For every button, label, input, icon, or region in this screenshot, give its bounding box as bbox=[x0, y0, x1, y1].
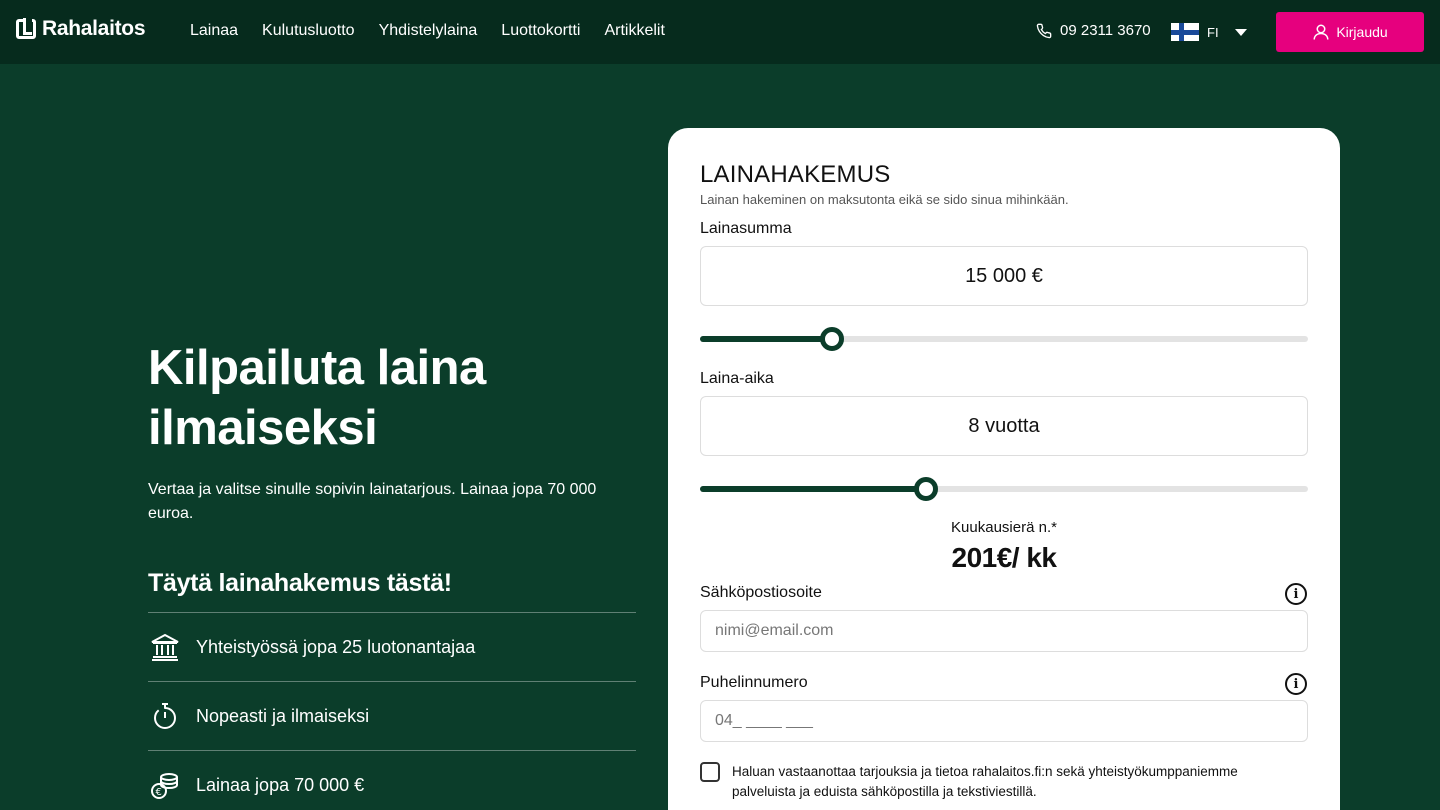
form-title: LAINAHAKEMUS bbox=[700, 161, 891, 188]
feature-label: Lainaa jopa 70 000 € bbox=[196, 774, 365, 795]
loan-amount-value[interactable]: 15 000 € bbox=[700, 246, 1308, 306]
feature-list: Yhteistyössä jopa 25 luotonantajaa Nopea… bbox=[148, 612, 636, 810]
loan-amount-label: Lainasumma bbox=[700, 220, 792, 237]
feature-item: Yhteistyössä jopa 25 luotonantajaa bbox=[148, 612, 636, 681]
loan-application-card: LAINAHAKEMUS Lainan hakeminen on maksuto… bbox=[668, 128, 1340, 810]
monthly-payment-value: 201€/ kk bbox=[951, 542, 1058, 573]
finland-flag-icon bbox=[1171, 23, 1199, 41]
coins-icon: € bbox=[148, 768, 182, 802]
nav-link-artikkelit[interactable]: Artikkelit bbox=[604, 22, 664, 40]
logo-text: Rahalaitos bbox=[42, 17, 146, 40]
hero-subtitle: Vertaa ja valitse sinulle sopivin lainat… bbox=[148, 481, 597, 522]
consent-text: Haluan vastaanottaa tarjouksia ja tietoa… bbox=[732, 764, 1238, 799]
slider-handle[interactable] bbox=[914, 477, 939, 501]
stopwatch-icon bbox=[148, 699, 182, 733]
consent-checkbox[interactable] bbox=[700, 762, 720, 782]
logo-icon bbox=[16, 18, 36, 39]
nav-link-kulutusluotto[interactable]: Kulutusluotto bbox=[262, 22, 355, 40]
nav-link-lainaa[interactable]: Lainaa bbox=[190, 22, 238, 40]
language-selector[interactable]: FI bbox=[1171, 23, 1247, 41]
monthly-payment-label: Kuukausierä n.* bbox=[951, 519, 1057, 536]
login-button[interactable]: Kirjaudu bbox=[1276, 12, 1424, 52]
top-navigation-bar: Rahalaitos Lainaa Kulutusluotto Yhdistel… bbox=[0, 0, 1440, 64]
feature-label: Yhteistyössä jopa 25 luotonantajaa bbox=[196, 636, 476, 657]
feature-label: Nopeasti ja ilmaiseksi bbox=[196, 705, 370, 726]
loan-amount-slider[interactable] bbox=[700, 327, 1308, 351]
nav-link-luottokortti[interactable]: Luottokortti bbox=[501, 22, 580, 40]
hero-title: Kilpailuta laina ilmaiseksi bbox=[148, 341, 486, 455]
feature-item: € Lainaa jopa 70 000 € bbox=[148, 750, 636, 810]
language-code: FI bbox=[1207, 24, 1219, 40]
loan-term-value[interactable]: 8 vuotta bbox=[700, 396, 1308, 456]
main-nav: Lainaa Kulutusluotto Yhdistelylaina Luot… bbox=[190, 22, 665, 40]
phone-number: 09 2311 3670 bbox=[1060, 22, 1151, 39]
user-icon bbox=[1313, 24, 1329, 40]
email-field[interactable] bbox=[700, 610, 1308, 652]
bank-icon bbox=[148, 630, 182, 664]
loan-term-slider[interactable] bbox=[700, 477, 1308, 501]
info-icon[interactable]: i bbox=[1285, 673, 1307, 695]
phone-label: Puhelinnumero bbox=[700, 674, 808, 691]
login-label: Kirjaudu bbox=[1336, 24, 1388, 40]
slider-handle[interactable] bbox=[819, 327, 844, 351]
feature-item: Nopeasti ja ilmaiseksi bbox=[148, 681, 636, 750]
slider-fill bbox=[700, 336, 832, 342]
nav-link-yhdistelylaina[interactable]: Yhdistelylaina bbox=[379, 22, 478, 40]
email-label: Sähköpostiosoite bbox=[700, 584, 822, 601]
svg-text:€: € bbox=[156, 787, 162, 798]
slider-fill bbox=[700, 486, 927, 492]
logo[interactable]: Rahalaitos bbox=[16, 17, 146, 41]
chevron-down-icon bbox=[1234, 28, 1247, 36]
cta-heading: Täytä lainahakemus tästä! bbox=[148, 569, 452, 597]
phone-link[interactable]: 09 2311 3670 bbox=[1036, 22, 1151, 39]
phone-field[interactable] bbox=[700, 700, 1308, 742]
info-icon[interactable]: i bbox=[1285, 583, 1307, 605]
phone-icon bbox=[1036, 23, 1052, 38]
form-subtitle: Lainan hakeminen on maksutonta eikä se s… bbox=[700, 192, 1069, 207]
loan-term-label: Laina-aika bbox=[700, 370, 774, 387]
